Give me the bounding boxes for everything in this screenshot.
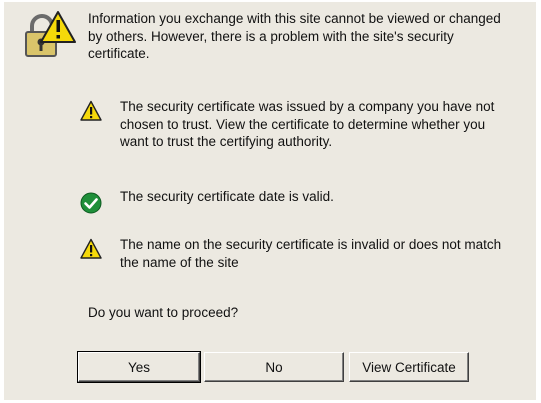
security-alert-dialog: Information you exchange with this site … bbox=[4, 2, 536, 400]
certificate-name-item: The name on the security certificate is … bbox=[80, 236, 512, 271]
item-text: The security certificate date is valid. bbox=[120, 189, 334, 204]
certificate-date-item: The security certificate date is valid. bbox=[80, 188, 512, 214]
item-text: The security certificate was issued by a… bbox=[120, 99, 495, 149]
lock-warning-icon bbox=[25, 11, 76, 57]
warning-icon bbox=[80, 238, 102, 259]
certificate-issue-item: The security certificate was issued by a… bbox=[80, 98, 512, 151]
warning-icon bbox=[80, 100, 102, 121]
item-text: The name on the security certificate is … bbox=[120, 237, 502, 270]
proceed-question: Do you want to proceed? bbox=[88, 305, 239, 320]
header-message: Information you exchange with this site … bbox=[88, 11, 501, 61]
view-certificate-button[interactable]: View Certificate bbox=[349, 352, 469, 382]
yes-button[interactable]: Yes bbox=[77, 351, 201, 383]
no-button[interactable]: No bbox=[204, 352, 344, 382]
check-icon bbox=[80, 192, 102, 214]
